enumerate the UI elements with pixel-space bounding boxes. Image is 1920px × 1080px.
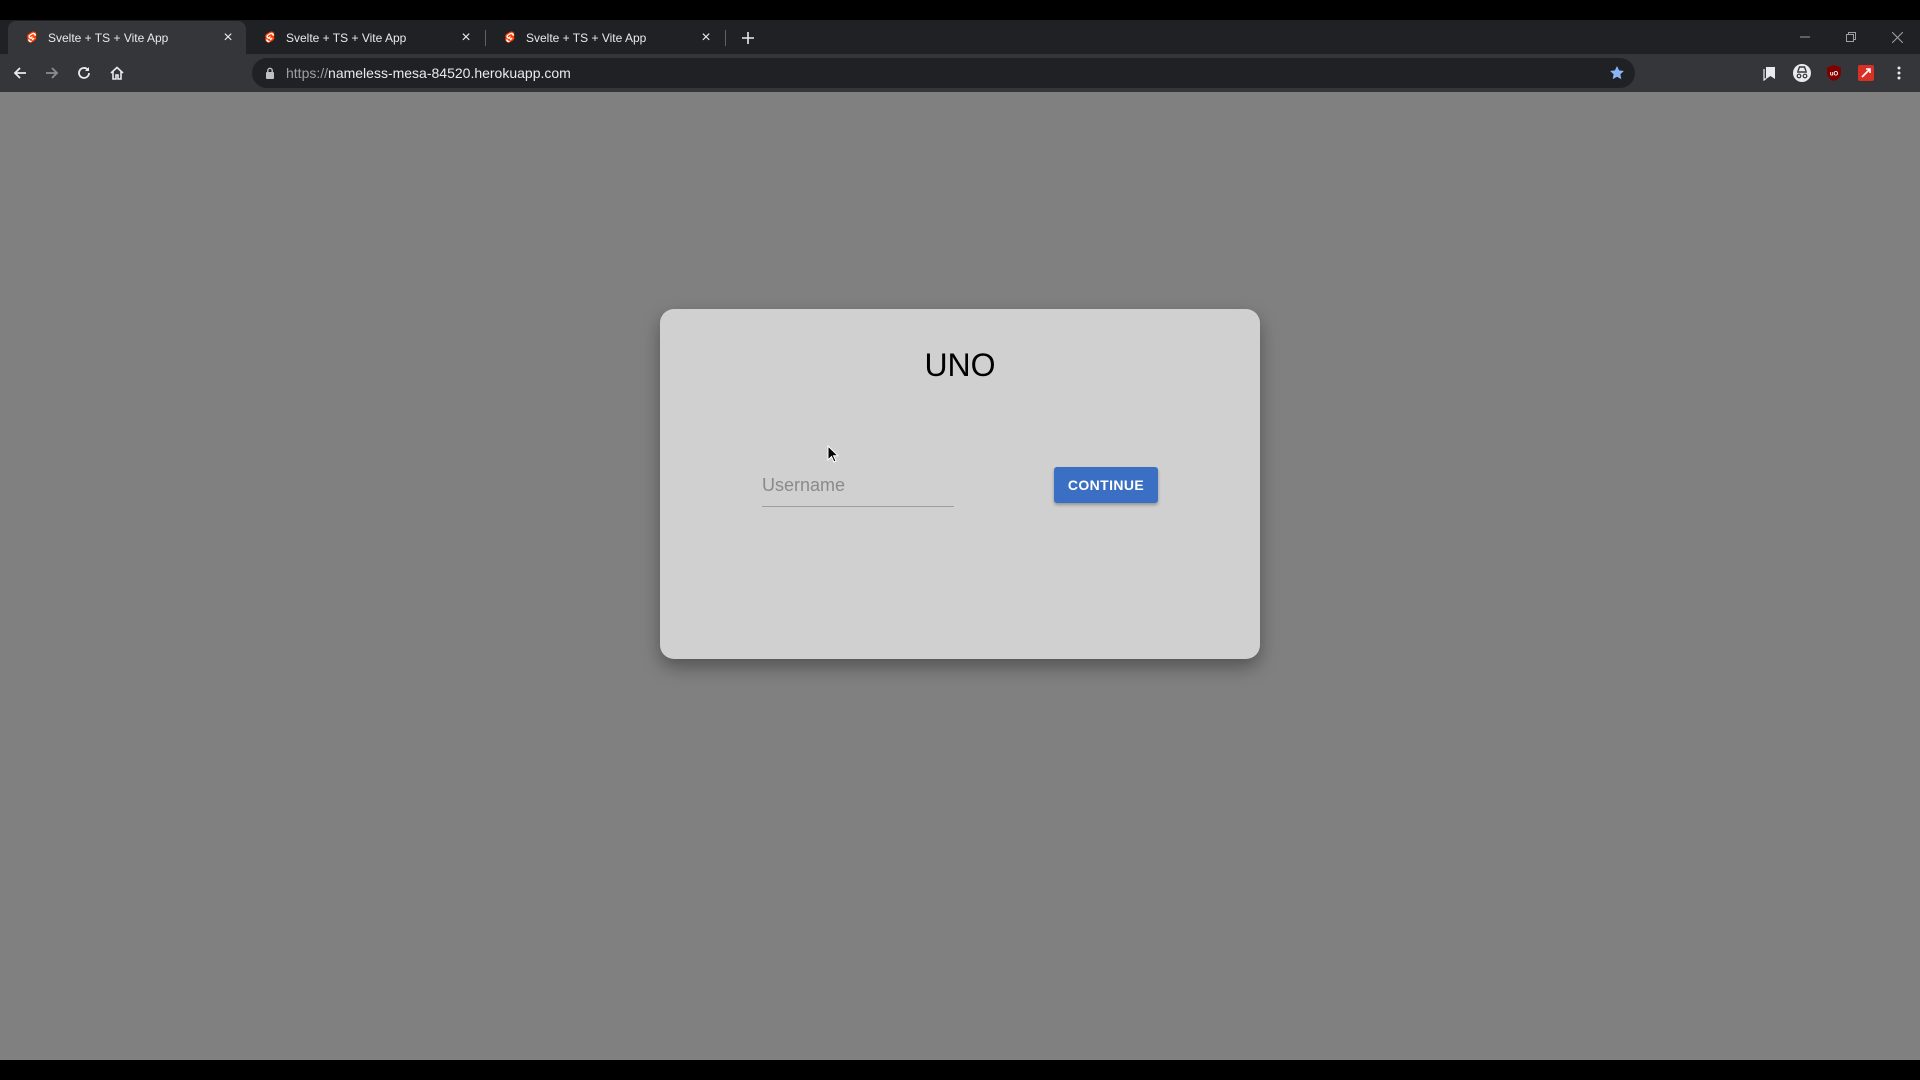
url-host: nameless-mesa-84520.herokuapp.com (328, 65, 571, 81)
url-text: https://nameless-mesa-84520.herokuapp.co… (286, 65, 571, 81)
close-window-button[interactable] (1874, 20, 1920, 54)
svelte-logo-icon (27, 31, 37, 43)
tab-divider (725, 30, 726, 46)
home-icon (110, 66, 124, 80)
svelte-logo-icon (505, 31, 515, 43)
svelte-logo-icon (265, 31, 275, 43)
close-icon[interactable]: × (458, 29, 474, 46)
reading-list-icon (1763, 67, 1775, 81)
ublock-button[interactable]: uO (1824, 63, 1844, 83)
profile-button[interactable] (1792, 63, 1812, 83)
svg-text:uO: uO (1830, 72, 1839, 78)
forward-button[interactable] (38, 59, 66, 87)
browser-tab[interactable]: Svelte + TS + Vite App × (8, 21, 246, 54)
incognito-profile-icon (1793, 64, 1811, 82)
restore-button[interactable] (1828, 20, 1874, 54)
game-title: UNO (924, 347, 996, 383)
mouse-cursor-icon (827, 445, 839, 463)
restore-icon (1846, 32, 1856, 42)
browser-toolbar: https://nameless-mesa-84520.herokuapp.co… (0, 54, 1920, 92)
browser-tab[interactable]: Svelte + TS + Vite App × (486, 21, 724, 54)
plus-icon (742, 32, 754, 44)
back-button[interactable] (6, 59, 34, 87)
close-window-icon (1891, 31, 1903, 43)
username-input[interactable] (762, 465, 954, 507)
new-tab-button[interactable] (736, 26, 760, 50)
lock-icon (266, 67, 274, 79)
login-card: UNO CONTINUE (660, 309, 1260, 659)
letterbox-bottom (0, 1060, 1920, 1080)
arrow-right-icon (46, 67, 59, 79)
close-icon[interactable]: × (698, 29, 714, 46)
browser-tab[interactable]: Svelte + TS + Vite App × (246, 21, 484, 54)
home-button[interactable] (103, 59, 131, 87)
tab-title: Svelte + TS + Vite App (286, 30, 407, 45)
tab-strip: Svelte + TS + Vite App × Svelte + TS + V… (0, 20, 1920, 54)
tab-title: Svelte + TS + Vite App (48, 30, 169, 45)
minimize-button[interactable] (1782, 20, 1828, 54)
tab-title: Svelte + TS + Vite App (526, 30, 647, 45)
letterbox-top (0, 0, 1920, 20)
minimize-icon (1800, 36, 1810, 38)
browser-menu-button[interactable] (1889, 63, 1909, 83)
kebab-menu-icon (1897, 66, 1901, 80)
continue-button[interactable]: CONTINUE (1054, 467, 1158, 503)
arrow-left-icon (13, 67, 26, 79)
reading-list-button[interactable] (1760, 63, 1780, 83)
url-scheme: https:// (286, 65, 329, 81)
reload-icon (78, 67, 90, 79)
ublock-icon: uO (1827, 65, 1841, 81)
red-extension-button[interactable] (1856, 63, 1876, 83)
star-icon[interactable] (1609, 65, 1625, 81)
red-extension-icon (1858, 65, 1874, 81)
address-bar[interactable]: https://nameless-mesa-84520.herokuapp.co… (252, 58, 1635, 88)
close-icon[interactable]: × (220, 29, 236, 46)
reload-button[interactable] (70, 59, 98, 87)
